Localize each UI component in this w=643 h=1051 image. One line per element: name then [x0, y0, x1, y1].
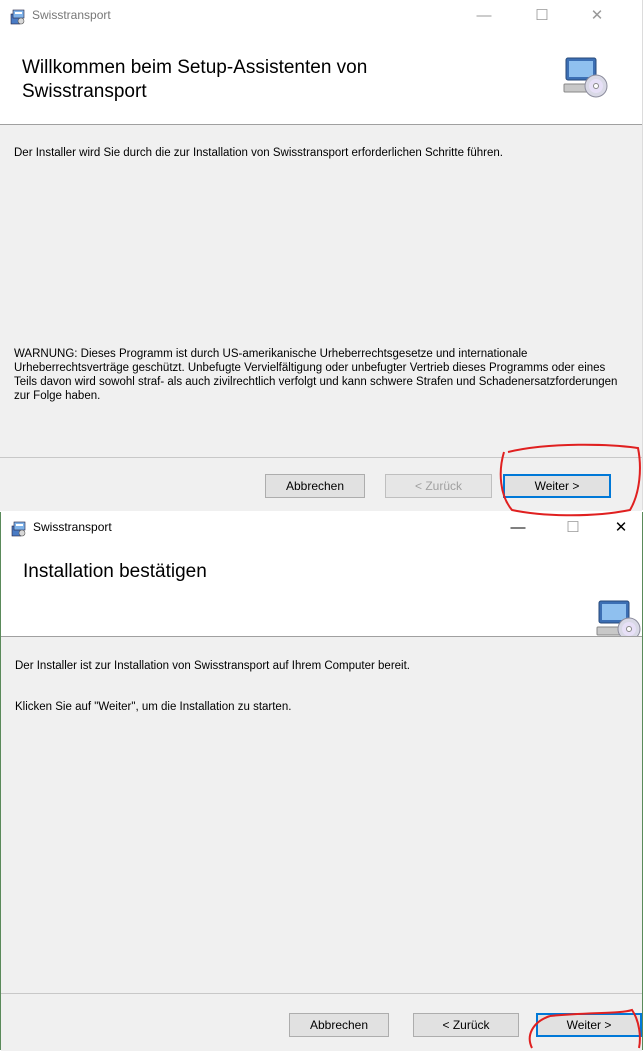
back-button[interactable]: < Zurück — [385, 474, 492, 498]
next-button[interactable]: Weiter > — [503, 474, 611, 498]
content-panel: Der Installer wird Sie durch die zur Ins… — [0, 125, 642, 457]
next-button[interactable]: Weiter > — [536, 1013, 642, 1037]
button-bar: Abbrechen < Zurück Weiter > — [1, 993, 642, 1051]
header-banner: Installation bestätigen — [1, 544, 642, 641]
setup-window-welcome: Swisstransport — ☐ ✕ Willkommen beim Set… — [0, 0, 643, 511]
page-title: Installation bestätigen — [23, 561, 207, 582]
back-button[interactable]: < Zurück — [413, 1013, 519, 1037]
instruction-text: Klicken Sie auf "Weiter", um die Install… — [15, 701, 292, 713]
setup-window-confirm: Swisstransport — ☐ ✕ Installation bestät… — [0, 512, 643, 1051]
window-title: Swisstransport — [33, 520, 112, 534]
ready-text: Der Installer ist zur Installation von S… — [15, 660, 410, 672]
minimize-button[interactable]: — — [461, 0, 507, 32]
installer-package-icon — [11, 521, 26, 537]
page-title: Willkommen beim Setup-Assistenten von Sw… — [22, 57, 368, 102]
computer-cd-icon — [563, 57, 608, 98]
cancel-button[interactable]: Abbrechen — [265, 474, 365, 498]
content-panel: Der Installer ist zur Installation von S… — [1, 637, 642, 993]
minimize-button[interactable]: — — [495, 512, 541, 544]
cancel-button[interactable]: Abbrechen — [289, 1013, 389, 1037]
installer-package-icon — [10, 9, 25, 25]
copyright-warning: WARNUNG: Dieses Programm ist durch US-am… — [14, 348, 618, 402]
maximize-button[interactable]: ☐ — [519, 0, 565, 32]
window-title: Swisstransport — [32, 8, 111, 22]
close-button[interactable]: ✕ — [598, 512, 643, 544]
title-bar: Swisstransport — ☐ ✕ — [0, 0, 642, 32]
maximize-button[interactable]: ☐ — [550, 512, 596, 544]
button-bar: Abbrechen < Zurück Weiter > — [0, 457, 642, 511]
intro-text: Der Installer wird Sie durch die zur Ins… — [14, 147, 503, 159]
header-banner: Willkommen beim Setup-Assistenten von Sw… — [0, 32, 642, 124]
title-bar: Swisstransport — ☐ ✕ — [1, 512, 642, 544]
close-button[interactable]: ✕ — [574, 0, 620, 32]
